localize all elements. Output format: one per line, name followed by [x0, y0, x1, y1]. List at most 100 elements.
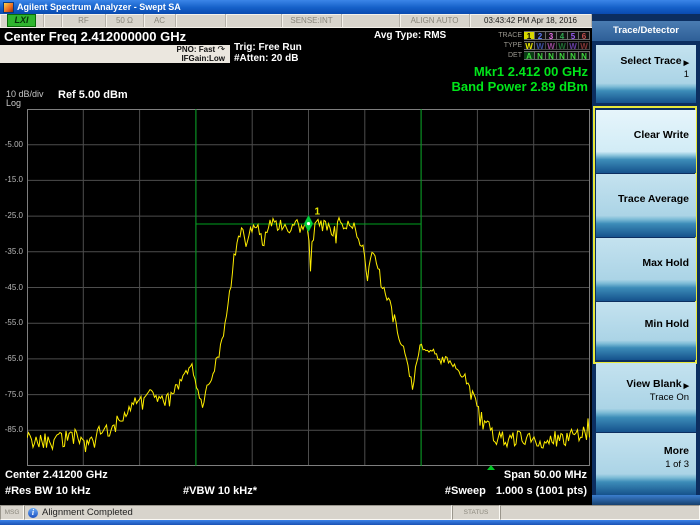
- type-row-cell-5[interactable]: W: [568, 41, 579, 50]
- ref-level-label: Ref 5.00 dBm: [58, 89, 128, 101]
- annunciator-row: LXIRF50 ΩACSENSE:INTALIGN AUTO03:43:42 P…: [0, 14, 592, 28]
- trace-row-cell-1[interactable]: 1: [524, 31, 535, 40]
- bottom-blue-strip: [0, 520, 700, 525]
- trace-row-cell-2[interactable]: 2: [535, 31, 546, 40]
- trigger-atten-block: Trig: Free Run #Atten: 20 dB: [234, 43, 302, 64]
- pno-ifgain-box: PNO: Fast ↷ IFGain:Low: [0, 45, 230, 63]
- type-row-cell-4[interactable]: W: [557, 41, 568, 50]
- y-axis-label: -15.0: [5, 176, 23, 184]
- y-axis-label: -65.0: [5, 355, 23, 363]
- trace-row: TRACE123456: [470, 30, 590, 40]
- app-icon: [3, 2, 14, 13]
- lxi-badge: LXI: [7, 14, 35, 27]
- annunciator-blank1: [44, 14, 62, 27]
- atten-setting: #Atten: 20 dB: [234, 54, 302, 65]
- y-axis-label: -5.00: [5, 141, 23, 149]
- trace-row-cell-3[interactable]: 3: [546, 31, 557, 40]
- marker-number-label: 1: [315, 207, 321, 218]
- det-row-cell-1[interactable]: A: [524, 51, 535, 60]
- annunciator-align: ALIGN AUTO: [400, 14, 470, 27]
- annunciator-lxi: LXI: [0, 14, 44, 27]
- status-message: Alignment Completed: [42, 507, 133, 518]
- window-title-bar: Agilent Spectrum Analyzer - Swept SA: [0, 0, 700, 14]
- type-row: TYPEWWWWWW: [470, 40, 590, 50]
- type-row-cell-1[interactable]: W: [524, 41, 535, 50]
- softkey-value: 1: [684, 69, 689, 80]
- det-row-cell-4[interactable]: N: [557, 51, 568, 60]
- det-row-cell-6[interactable]: N: [579, 51, 590, 60]
- softkey-label: More: [664, 445, 689, 457]
- softkey-value: 1 of 3: [665, 459, 689, 470]
- annunciator-blank2: [176, 14, 226, 27]
- scale-type-label: Log: [6, 98, 21, 108]
- annunciator-sense: SENSE:INT: [282, 14, 342, 27]
- pno-setting: PNO: Fast ↷: [0, 45, 225, 54]
- softkey-label: View Blank▶: [626, 378, 689, 390]
- y-axis-label: -85.0: [5, 426, 23, 434]
- softkey-value: Trace On: [650, 392, 689, 403]
- msg-label: MSG: [0, 505, 24, 520]
- softkey-trace-average[interactable]: Trace Average: [596, 174, 696, 237]
- annunciator-rf: RF: [62, 14, 106, 27]
- span-annotation: Span 50.00 MHz: [504, 467, 587, 483]
- trace-row-cell-4[interactable]: 4: [557, 31, 568, 40]
- softkey-menu-panel: Trace/Detector Select Trace▶ 1 Clear Write…: [592, 14, 700, 505]
- avg-type-setting: Avg Type: RMS: [374, 30, 446, 41]
- y-axis-label: -55.0: [5, 319, 23, 327]
- softkey-label: Trace Average: [618, 193, 689, 205]
- softkey-clear-write[interactable]: Clear Write: [596, 110, 696, 173]
- spectrum-plot[interactable]: 1: [27, 109, 590, 466]
- softkey-label: Clear Write: [634, 129, 689, 141]
- trace-row-cell-5[interactable]: 5: [568, 31, 579, 40]
- det-row-cell-3[interactable]: N: [546, 51, 557, 60]
- softkey-select-trace[interactable]: Select Trace▶ 1: [596, 45, 696, 103]
- amplitude-axis-labels: -5.00-15.0-25.0-35.0-45.0-55.0-65.0-75.0…: [0, 109, 25, 466]
- y-axis-label: -45.0: [5, 284, 23, 292]
- analyzer-screen: Center Freq 2.412000000 GHz PNO: Fast ↷ …: [0, 28, 592, 505]
- softkey-view-blank[interactable]: View Blank▶ Trace On: [596, 363, 696, 432]
- status-bar: MSG i Alignment Completed STATUS: [0, 505, 700, 520]
- submenu-arrow-icon: ▶: [684, 60, 689, 67]
- y-axis-label: -25.0: [5, 212, 23, 220]
- annunciator-blank3: [226, 14, 282, 27]
- det-row: DETANNNNN: [470, 50, 590, 60]
- annunciator-impedance: 50 Ω: [106, 14, 144, 27]
- annotation-row-1: Center 2.41200 GHz Span 50.00 MHz: [0, 467, 592, 483]
- type-row-cell-6[interactable]: W: [579, 41, 590, 50]
- softkey-label: Max Hold: [642, 257, 689, 269]
- menu-bottom-strip: [592, 495, 700, 505]
- menu-title: Trace/Detector: [592, 21, 700, 41]
- y-axis-label: -35.0: [5, 248, 23, 256]
- det-row-cell-5[interactable]: N: [568, 51, 579, 60]
- center-freq-annotation: Center 2.41200 GHz: [5, 467, 108, 483]
- annunciator-blank4: [342, 14, 400, 27]
- softkey-label: Min Hold: [645, 318, 689, 330]
- info-icon: i: [28, 508, 38, 518]
- span-caret-icon: [487, 465, 495, 470]
- softkey-label: Select Trace▶: [620, 55, 689, 67]
- annotation-row-2: #Res BW 10 kHz #VBW 10 kHz* #Sweep1.000 …: [0, 483, 592, 499]
- softkey-more[interactable]: More 1 of 3: [596, 433, 696, 495]
- softkey-min-hold[interactable]: Min Hold: [596, 302, 696, 360]
- rbw-annotation: #Res BW 10 kHz: [5, 483, 91, 499]
- status-bar-spacer: [500, 505, 700, 520]
- trace-row-cell-6[interactable]: 6: [579, 31, 590, 40]
- type-row-cell-2[interactable]: W: [535, 41, 546, 50]
- trace-row-label: TRACE: [498, 32, 522, 39]
- softkey-max-hold[interactable]: Max Hold: [596, 238, 696, 301]
- marker-center-dot: [307, 222, 310, 225]
- sweep-annotation: #Sweep1.000 s (1001 pts): [445, 483, 587, 499]
- type-row-label: TYPE: [504, 42, 522, 49]
- status-label: STATUS: [452, 505, 500, 520]
- status-message-cell: i Alignment Completed: [24, 505, 452, 520]
- active-function-center-freq[interactable]: Center Freq 2.412000000 GHz: [0, 28, 230, 45]
- type-row-cell-3[interactable]: W: [546, 41, 557, 50]
- marker-freq-readout: Mkr1 2.412 00 GHz: [0, 64, 588, 79]
- det-row-cell-2[interactable]: N: [535, 51, 546, 60]
- annunciator-datetime: 03:43:42 PM Apr 18, 2016: [470, 14, 592, 27]
- submenu-arrow-icon: ▶: [684, 383, 689, 390]
- det-row-label: DET: [508, 52, 522, 59]
- ifgain-setting: IFGain:Low: [0, 54, 225, 63]
- pno-loop-icon: ↷: [217, 44, 225, 54]
- trigger-setting: Trig: Free Run: [234, 43, 302, 54]
